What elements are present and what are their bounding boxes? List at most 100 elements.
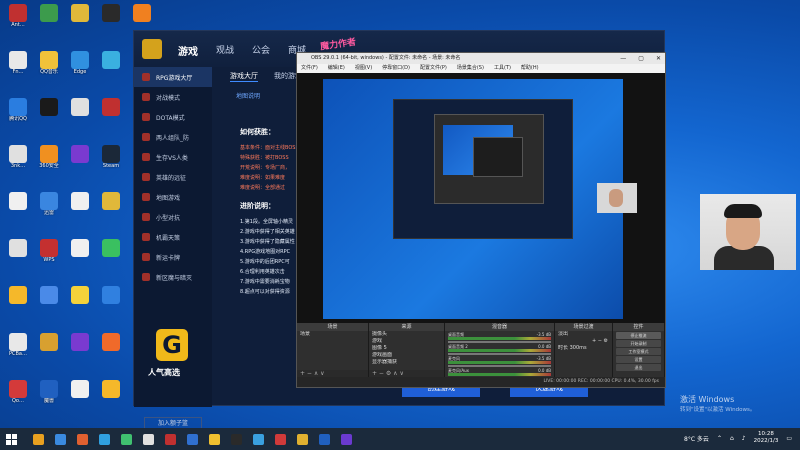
volume-icon[interactable]: ♪ [742, 435, 746, 442]
control-button[interactable]: 开始录制 [616, 340, 661, 347]
sidebar-item[interactable]: 新运卡牌 [134, 247, 212, 267]
menu-item[interactable]: 配置文件(P) [420, 64, 447, 73]
desktop-icon[interactable]: 魔兽 [35, 380, 63, 416]
desktop-icon[interactable] [66, 286, 94, 322]
transition-add-icon[interactable]: + − ⚙ [555, 338, 612, 345]
source-item[interactable]: 游戏画面 [369, 352, 444, 359]
control-button[interactable]: 设置 [616, 356, 661, 363]
taskbar-app-icon[interactable] [99, 433, 110, 445]
duration-input[interactable]: 300ms [570, 345, 587, 351]
desktop-icon[interactable]: 迅雷 [35, 192, 63, 228]
menu-item[interactable]: 编辑(E) [328, 64, 345, 73]
close-icon[interactable]: ✕ [656, 53, 661, 64]
desktop-icon[interactable] [66, 4, 94, 40]
chevron-up-icon[interactable]: ⌃ [717, 435, 722, 442]
desktop-icon[interactable]: Edge [66, 51, 94, 87]
scene-item[interactable]: 场景 [297, 331, 368, 338]
taskbar-app-icon[interactable] [33, 433, 44, 445]
clock[interactable]: 10:28 2022/1/3 [754, 431, 779, 445]
desktop-icon[interactable] [66, 98, 94, 134]
desktop-icon[interactable]: Steam [97, 145, 125, 181]
nav-guild[interactable]: 公会 [252, 43, 270, 58]
desktop-icon[interactable] [97, 286, 125, 322]
sidebar-item[interactable]: RPG游戏大厅 [134, 67, 212, 87]
volume-slider[interactable] [448, 341, 551, 343]
menu-item[interactable]: 视图(V) [355, 64, 372, 73]
menu-item[interactable]: 工具(T) [494, 64, 511, 73]
taskbar-app-icon[interactable] [231, 433, 242, 445]
menu-item[interactable]: 停靠窗口(D) [382, 64, 410, 73]
desktop-icon[interactable] [97, 380, 125, 416]
menu-item[interactable]: 帮助(H) [521, 64, 539, 73]
desktop-icon[interactable] [66, 239, 94, 275]
taskbar-app-icon[interactable] [121, 433, 132, 445]
sidebar-item[interactable]: 英雄的远征 [134, 167, 212, 187]
desktop-icon[interactable] [66, 145, 94, 181]
desktop-icon[interactable] [4, 192, 32, 228]
taskbar-app-icon[interactable] [165, 433, 176, 445]
desktop-icon[interactable] [66, 192, 94, 228]
desktop-icon[interactable]: QQ音乐 [35, 51, 63, 87]
taskbar-app-icon[interactable] [209, 433, 220, 445]
source-item[interactable]: 游戏 [369, 338, 444, 345]
control-button[interactable]: 退出 [616, 364, 661, 371]
desktop-icon[interactable] [97, 239, 125, 275]
desktop-icon[interactable] [4, 239, 32, 275]
taskbar-app-icon[interactable] [275, 433, 286, 445]
sidebar-item[interactable]: 对战模式 [134, 87, 212, 107]
sidebar-item[interactable]: 新区魔与暗灭 [134, 267, 212, 287]
desktop-icon[interactable]: 3nk… [4, 145, 32, 181]
sidebar-item[interactable]: 两人组队_防 [134, 127, 212, 147]
taskbar-app-icon[interactable] [341, 433, 352, 445]
desktop-icon[interactable]: 腾讯QQ [4, 98, 32, 134]
weather-label[interactable]: 8°C 多云 [684, 434, 709, 443]
obs-titlebar[interactable]: OBS 29.0.1 (64-bit, windows) - 配置文件: 未命名… [297, 53, 665, 64]
source-item[interactable]: 图像 5 [369, 345, 444, 352]
tab-lobby[interactable]: 游戏大厅 [230, 71, 258, 82]
source-item[interactable]: 显示器捕获 [369, 359, 444, 366]
taskbar-app-icon[interactable] [143, 433, 154, 445]
desktop-icon[interactable]: Qo… [4, 380, 32, 416]
start-button[interactable] [0, 428, 22, 450]
desktop-icon[interactable] [35, 333, 63, 369]
source-item[interactable]: 摄像头 [369, 331, 444, 338]
desktop-icon[interactable]: Ant… [4, 4, 32, 40]
nav-game[interactable]: 游戏 [178, 43, 198, 58]
desktop-icon[interactable]: WPS [35, 239, 63, 275]
desktop-icon[interactable] [97, 333, 125, 369]
desktop-icon[interactable]: Fn… [4, 51, 32, 87]
notification-icon[interactable]: ▭ [786, 435, 792, 442]
control-button[interactable]: 工作室模式 [616, 348, 661, 355]
taskbar-app-icon[interactable] [77, 433, 88, 445]
menu-item[interactable]: 场景集合(S) [457, 64, 484, 73]
map-info-link[interactable]: 地图说明 [236, 91, 260, 100]
desktop-icon[interactable] [97, 51, 125, 87]
nav-watch[interactable]: 观战 [216, 43, 234, 58]
menu-item[interactable]: 文件(F) [301, 64, 318, 73]
sidebar-item[interactable]: 小型对抗 [134, 207, 212, 227]
taskbar-app-icon[interactable] [253, 433, 264, 445]
volume-slider[interactable] [448, 353, 551, 355]
taskbar-app-icon[interactable] [187, 433, 198, 445]
sidebar-item[interactable]: 地图游戏 [134, 187, 212, 207]
desktop-icon[interactable] [4, 286, 32, 322]
taskbar-app-icon[interactable] [319, 433, 330, 445]
sidebar-item[interactable]: DOTA模式 [134, 107, 212, 127]
minimize-icon[interactable]: — [620, 53, 626, 64]
control-button[interactable]: 停止推流 [616, 332, 661, 339]
network-icon[interactable]: ⌂ [730, 435, 734, 442]
sidebar-item[interactable]: 生存VS人类 [134, 147, 212, 167]
desktop-icon[interactable] [35, 286, 63, 322]
desktop-icon[interactable] [66, 333, 94, 369]
obs-preview[interactable] [297, 73, 665, 323]
sidebar-item[interactable]: 机霸天策 [134, 227, 212, 247]
volume-slider[interactable] [448, 365, 551, 367]
desktop-icon[interactable] [66, 380, 94, 416]
promo-badge[interactable]: 魔力作者 [319, 35, 357, 53]
desktop-icon[interactable] [35, 4, 63, 40]
desktop-icon[interactable] [97, 4, 125, 40]
maximize-icon[interactable]: ▢ [638, 53, 644, 64]
desktop-icon[interactable] [97, 192, 125, 228]
obs-window[interactable]: OBS 29.0.1 (64-bit, windows) - 配置文件: 未命名… [296, 52, 666, 388]
desktop-icon[interactable]: PCBa… [4, 333, 32, 369]
